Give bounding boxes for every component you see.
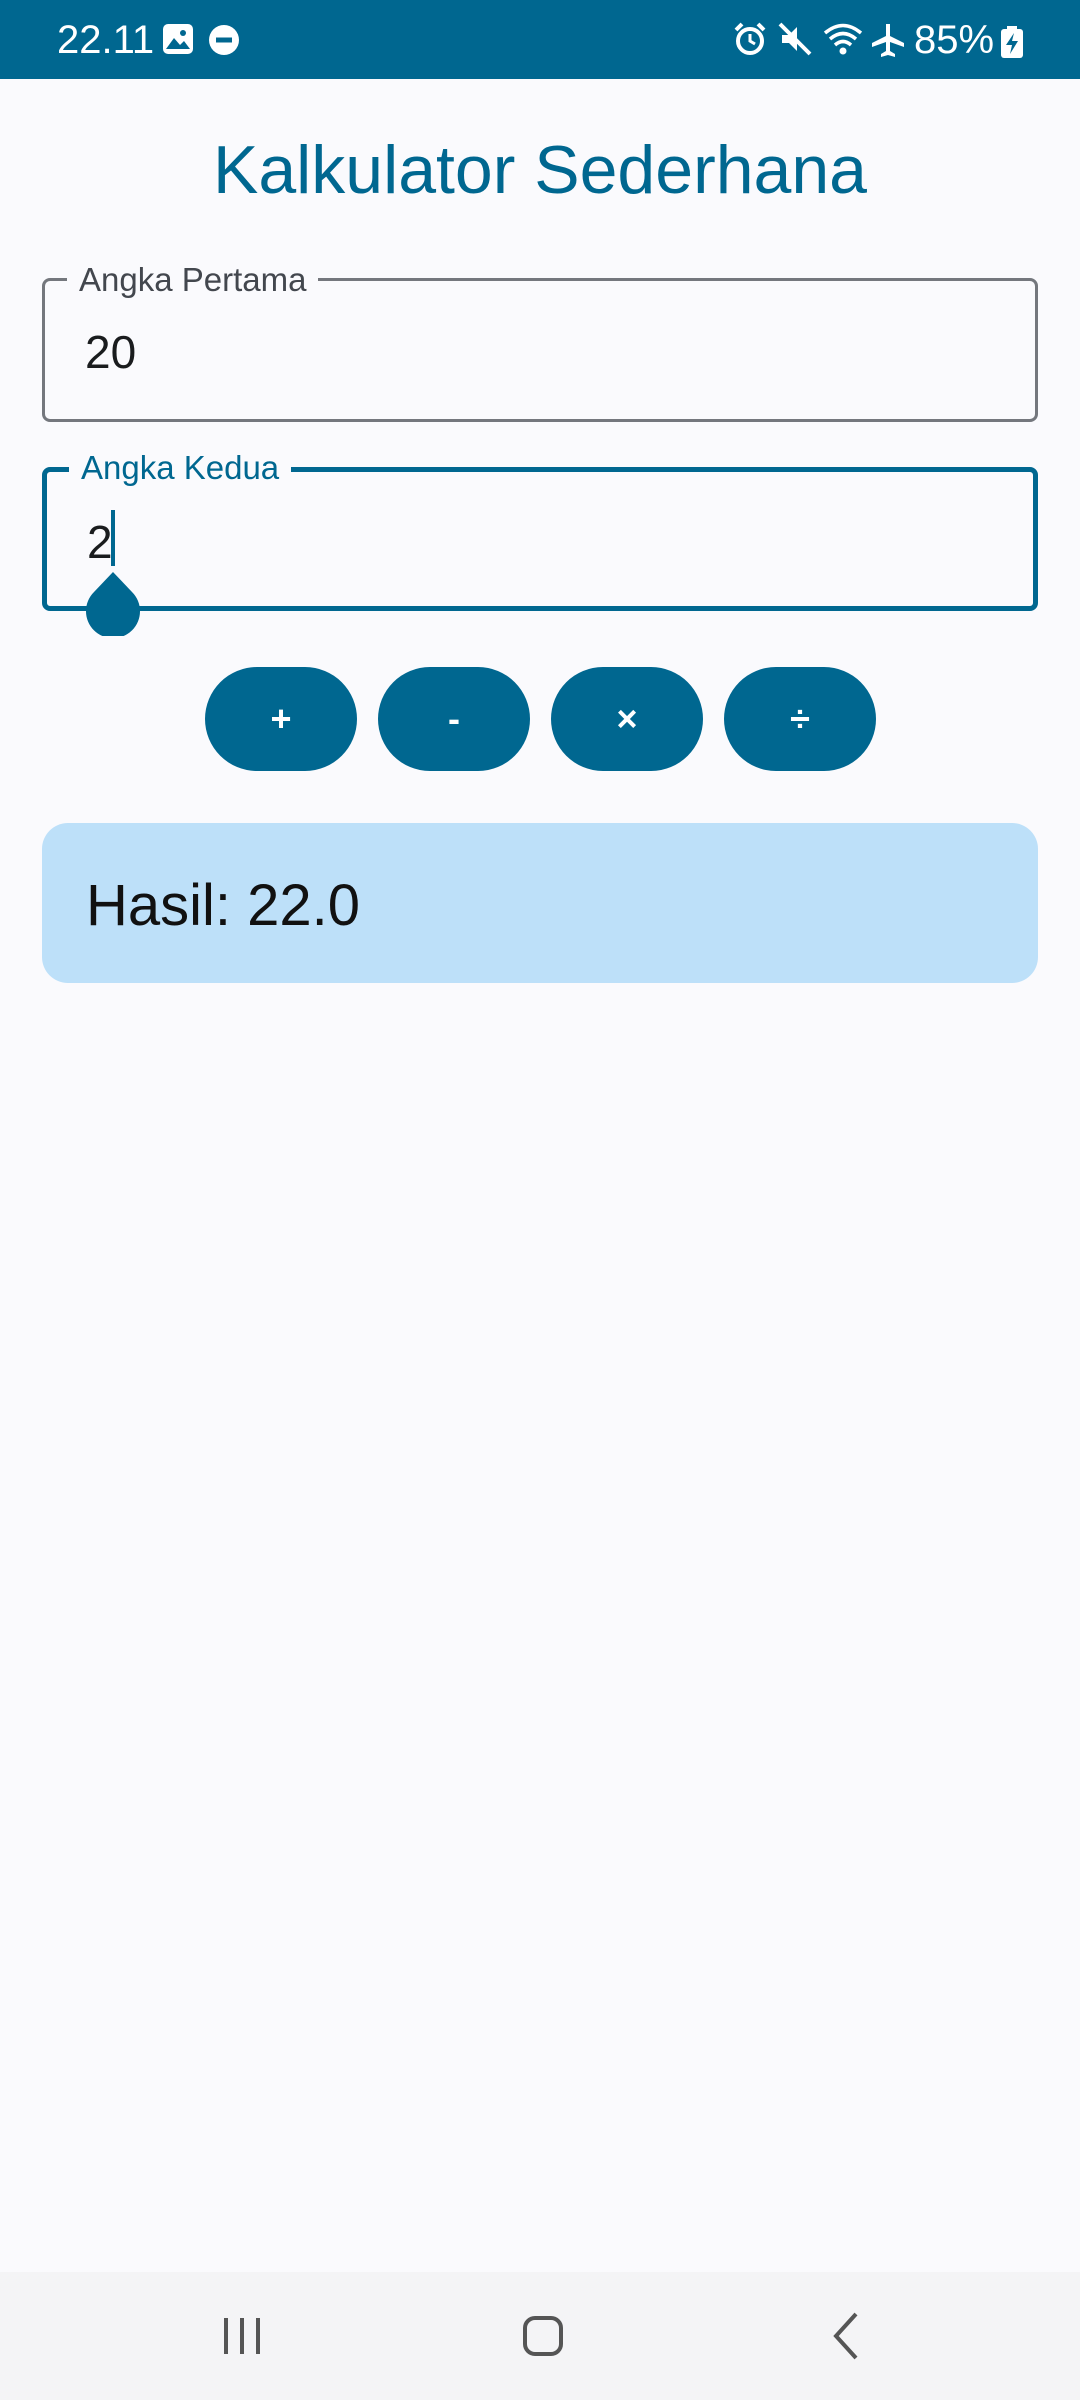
status-bar: 22.11 85%	[0, 0, 1080, 79]
home-icon[interactable]	[513, 2306, 573, 2366]
alarm-icon	[734, 22, 766, 55]
page-title: Kalkulator Sederhana	[212, 132, 867, 208]
second-number-label: Angka Kedua	[69, 448, 292, 488]
text-cursor	[111, 510, 115, 566]
divide-button[interactable]: ÷	[724, 667, 876, 771]
operation-buttons: + - × ÷	[0, 667, 1080, 771]
navigation-bar	[0, 2272, 1080, 2400]
first-number-value[interactable]: 20	[85, 324, 136, 380]
multiply-button[interactable]: ×	[551, 667, 703, 771]
result-text: Hasil: 22.0	[86, 873, 361, 938]
airplane-icon	[872, 24, 904, 57]
cursor-handle[interactable]	[86, 572, 140, 636]
wifi-icon	[823, 23, 863, 55]
recent-apps-icon[interactable]	[212, 2306, 272, 2366]
result-card: Hasil: 22.0	[42, 823, 1038, 983]
first-number-label: Angka Pertama	[67, 260, 319, 300]
battery-charging-icon	[1001, 26, 1023, 58]
mute-icon	[778, 22, 812, 56]
status-time: 22.11	[57, 18, 155, 62]
do-not-disturb-icon	[209, 25, 239, 55]
first-number-field[interactable]: Angka Pertama 20	[42, 260, 1038, 422]
second-number-value[interactable]: 2	[87, 514, 113, 570]
battery-percentage: 85%	[914, 18, 995, 62]
second-number-field[interactable]: Angka Kedua 2	[42, 448, 1038, 611]
back-icon[interactable]	[818, 2306, 878, 2366]
subtract-button[interactable]: -	[378, 667, 530, 771]
gallery-icon	[163, 24, 193, 54]
add-button[interactable]: +	[205, 667, 357, 771]
